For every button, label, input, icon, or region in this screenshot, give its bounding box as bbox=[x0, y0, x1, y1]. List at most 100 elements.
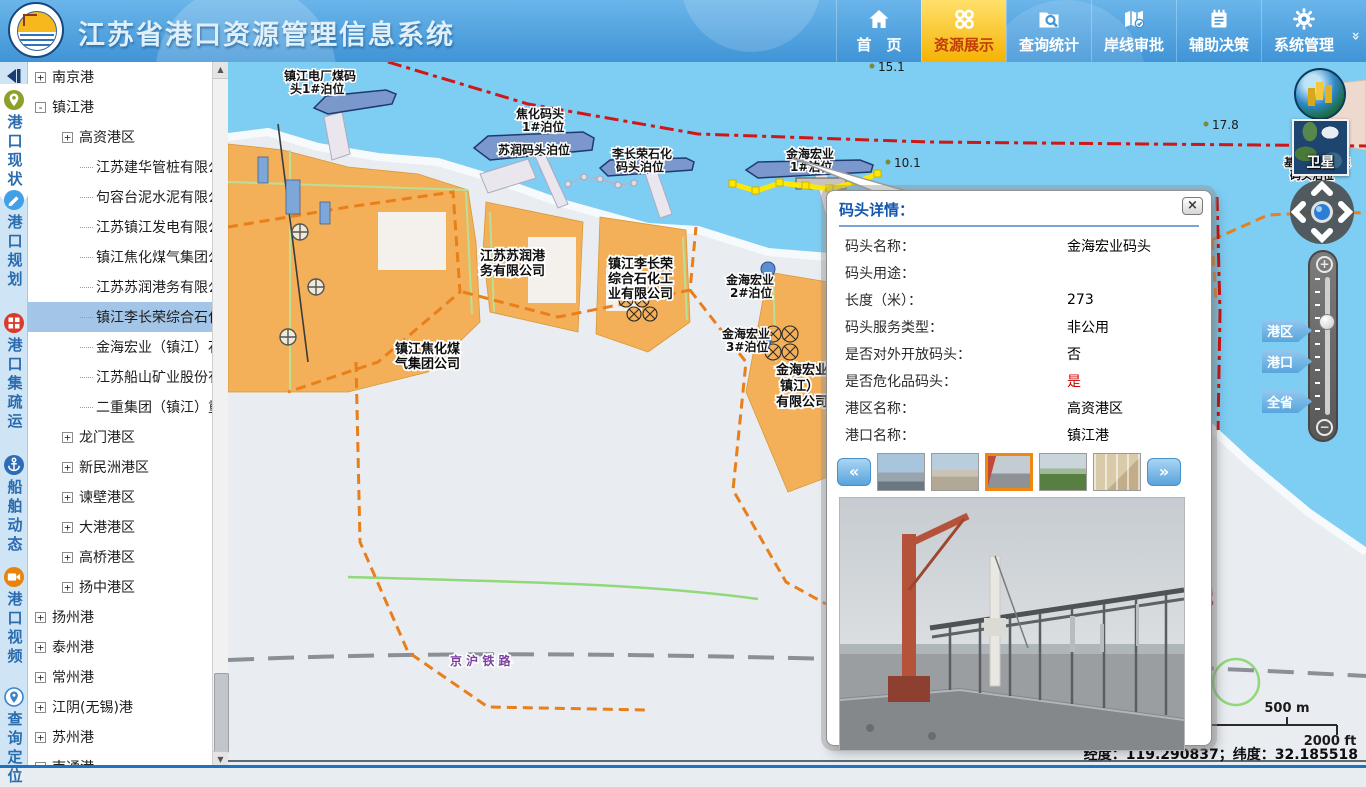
sidebar-item-query-locate[interactable]: 查询定位 bbox=[0, 687, 28, 787]
svg-text:综合石化工: 综合石化工 bbox=[608, 271, 673, 287]
zoom-out-icon[interactable]: − bbox=[1316, 419, 1333, 436]
sidebar-item-label: 船舶动态 bbox=[7, 479, 22, 555]
tree-item[interactable]: 镇江焦化煤气集团公司 bbox=[28, 242, 212, 272]
nav-query-statistics[interactable]: 查询统计 bbox=[1006, 0, 1091, 62]
tree-expander[interactable]: + bbox=[35, 702, 46, 713]
tree-item-label: 江苏镇江发电有限公司 bbox=[96, 217, 212, 237]
app-header: 江苏省港口资源管理信息系统 首 页 资源展示 查询统计 岸线审批 辅助决策 系统… bbox=[0, 0, 1366, 62]
tree-item[interactable]: 二重集团（镇江）重型装 bbox=[28, 392, 212, 422]
tree-item[interactable]: - 镇江港 bbox=[28, 92, 212, 122]
photo-thumbnail[interactable] bbox=[985, 453, 1033, 491]
zoom-in-icon[interactable]: + bbox=[1316, 256, 1333, 273]
tree-expander[interactable]: + bbox=[62, 132, 73, 143]
field-row: 码头用途： bbox=[845, 259, 1193, 286]
tree-item[interactable]: + 龙门港区 bbox=[28, 422, 212, 452]
tree-expander[interactable]: + bbox=[35, 612, 46, 623]
nav-decision-support[interactable]: 辅助决策 bbox=[1176, 0, 1261, 62]
field-label: 长度（米）： bbox=[845, 290, 1067, 310]
prev-photos-button[interactable]: « bbox=[837, 458, 871, 486]
tree-item[interactable]: + 大港港区 bbox=[28, 512, 212, 542]
zoom-level-button[interactable]: 全省 bbox=[1262, 390, 1312, 413]
tree-expander[interactable]: - bbox=[35, 102, 46, 113]
tree-expander[interactable]: + bbox=[62, 462, 73, 473]
zoom-slider[interactable]: + − bbox=[1308, 250, 1338, 442]
sidebar-item-port-status[interactable]: 港口现状 bbox=[0, 84, 28, 200]
tree-item[interactable]: + 南京港 bbox=[28, 62, 212, 92]
main-nav: 首 页 资源展示 查询统计 岸线审批 辅助决策 系统管理 bbox=[836, 0, 1346, 62]
photo-thumbnail[interactable] bbox=[931, 453, 979, 491]
tree-item[interactable]: 镇江李长荣综合石化工业 bbox=[28, 302, 212, 332]
field-label: 码头名称： bbox=[845, 236, 1067, 256]
tree-item[interactable]: + 苏州港 bbox=[28, 722, 212, 752]
tree-expander[interactable]: + bbox=[62, 522, 73, 533]
tree-item-label: 高资港区 bbox=[79, 127, 135, 147]
svg-text:金海宏业: 金海宏业 bbox=[725, 272, 774, 287]
tree-item[interactable]: + 常州港 bbox=[28, 662, 212, 692]
svg-text:2#泊位: 2#泊位 bbox=[730, 285, 772, 300]
field-row: 码头服务类型： 非公用 bbox=[845, 313, 1193, 340]
sidebar-item-port-transport[interactable]: 港口集疏运 bbox=[0, 313, 28, 432]
zoom-level-label: 全省 bbox=[1267, 392, 1293, 411]
next-photos-button[interactable]: » bbox=[1147, 458, 1181, 486]
tree-expander[interactable]: + bbox=[35, 72, 46, 83]
zoom-level-button[interactable]: 港口 bbox=[1262, 350, 1312, 373]
nav-home[interactable]: 首 页 bbox=[836, 0, 921, 62]
tree-expander[interactable]: + bbox=[35, 642, 46, 653]
overview-globe-button[interactable] bbox=[1294, 68, 1346, 120]
tree-item[interactable]: + 谏壁港区 bbox=[28, 482, 212, 512]
tree-item[interactable]: + 扬中港区 bbox=[28, 572, 212, 602]
field-value: 高资港区 bbox=[1067, 398, 1123, 418]
tree-expander[interactable]: + bbox=[62, 552, 73, 563]
photo-thumbnail[interactable] bbox=[1093, 453, 1141, 491]
nav-system-management[interactable]: 系统管理 bbox=[1261, 0, 1346, 62]
photo-thumbnail[interactable] bbox=[877, 453, 925, 491]
tree-expander[interactable]: + bbox=[62, 432, 73, 443]
zoom-track[interactable] bbox=[1325, 277, 1330, 415]
tree-item-label: 谏壁港区 bbox=[79, 487, 135, 507]
svg-text:15.1: 15.1 bbox=[878, 62, 905, 74]
tree-item[interactable]: + 扬州港 bbox=[28, 602, 212, 632]
photo-thumbnail[interactable] bbox=[1039, 453, 1087, 491]
tree-item[interactable]: 句容台泥水泥有限公司 bbox=[28, 182, 212, 212]
zoom-thumb[interactable] bbox=[1319, 314, 1335, 330]
field-value: 非公用 bbox=[1067, 317, 1109, 337]
tree-item[interactable]: 江苏镇江发电有限公司 bbox=[28, 212, 212, 242]
tree-item[interactable]: + 新民洲港区 bbox=[28, 452, 212, 482]
apps-icon bbox=[952, 7, 976, 31]
tree-item[interactable]: 江苏船山矿业股份有限公 bbox=[28, 362, 212, 392]
tree-item[interactable]: 江苏苏润港务有限公司 bbox=[28, 272, 212, 302]
scroll-up-icon[interactable]: ▲ bbox=[213, 62, 228, 79]
field-row: 长度（米）： 273 bbox=[845, 286, 1193, 313]
tree-item-label: 镇江港 bbox=[52, 97, 94, 117]
sidebar-item-port-video[interactable]: 港口视频 bbox=[0, 567, 28, 667]
tree-item[interactable]: 江苏建华管桩有限公司 bbox=[28, 152, 212, 182]
location-pin-icon bbox=[4, 90, 24, 110]
zoom-level-button[interactable]: 港区 bbox=[1262, 319, 1312, 342]
wharf-photo-scene bbox=[840, 498, 1184, 750]
tree-scrollbar[interactable]: ▲ ▼ bbox=[212, 62, 228, 768]
tree-expander[interactable]: + bbox=[62, 492, 73, 503]
nav-resource-display[interactable]: 资源展示 bbox=[921, 0, 1006, 62]
sidebar-item-label: 港口视频 bbox=[7, 591, 22, 667]
tree-expander[interactable]: + bbox=[62, 582, 73, 593]
tree-item[interactable]: 金海宏业（镇江）石化有 bbox=[28, 332, 212, 362]
close-icon[interactable]: × bbox=[1182, 197, 1203, 215]
pan-compass-control[interactable] bbox=[1288, 178, 1356, 246]
tree-item[interactable]: + 高资港区 bbox=[28, 122, 212, 152]
nav-shoreline-approval[interactable]: 岸线审批 bbox=[1091, 0, 1176, 62]
tree-expander[interactable]: + bbox=[35, 732, 46, 743]
tree-item[interactable]: + 泰州港 bbox=[28, 632, 212, 662]
tree-expander[interactable]: + bbox=[35, 672, 46, 683]
satellite-layer-button[interactable]: 卫星 bbox=[1292, 119, 1349, 176]
sidebar-item-port-planning[interactable]: 港口规划 bbox=[0, 190, 28, 290]
field-label: 港口名称： bbox=[845, 425, 1067, 445]
nav-collapse-button[interactable]: » bbox=[1346, 0, 1366, 62]
scale-metric: 500 m bbox=[1264, 701, 1309, 716]
chevron-down-icon: » bbox=[1348, 31, 1364, 40]
sidebar-item-ship-dynamics[interactable]: 船舶动态 bbox=[0, 455, 28, 555]
tree-item[interactable]: + 江阴(无锡)港 bbox=[28, 692, 212, 722]
tree-item-label: 江苏苏润港务有限公司 bbox=[96, 277, 212, 297]
tree-item[interactable]: + 高桥港区 bbox=[28, 542, 212, 572]
scrollbar-thumb[interactable] bbox=[214, 673, 229, 753]
collapse-panel-button[interactable] bbox=[3, 66, 25, 86]
